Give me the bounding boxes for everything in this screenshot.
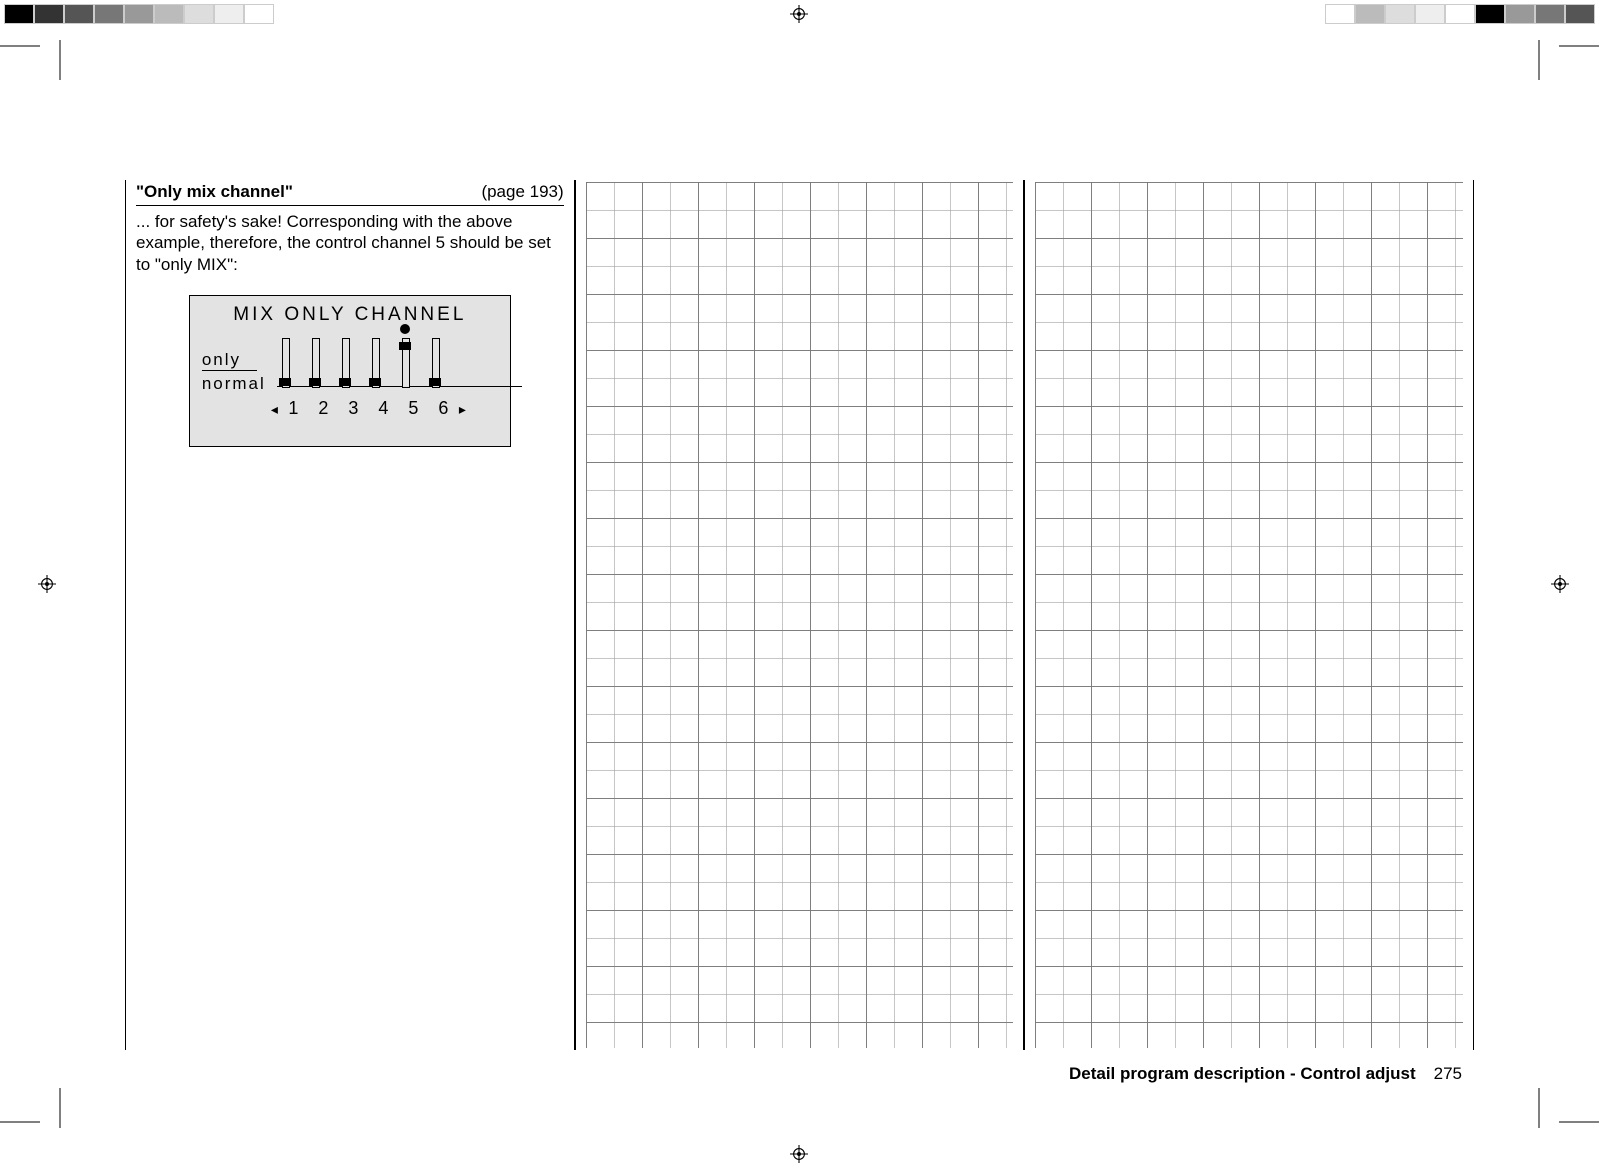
swatch <box>154 4 184 24</box>
notes-grid <box>1035 182 1463 1048</box>
calibration-bar-left <box>4 4 274 24</box>
section-header: "Only mix channel" (page 193) <box>136 182 564 202</box>
swatch <box>184 4 214 24</box>
section-underline <box>136 205 564 206</box>
page-reference: (page 193) <box>481 182 563 202</box>
page-footer: Detail program description - Control adj… <box>1069 1064 1462 1084</box>
row-label-normal: normal <box>202 374 266 394</box>
swatch <box>1565 4 1595 24</box>
swatch <box>244 4 274 24</box>
row-label-only: only <box>202 350 241 370</box>
crop-mark-icon <box>0 36 40 56</box>
swatch <box>1475 4 1505 24</box>
column-left: "Only mix channel" (page 193) ... for sa… <box>125 180 575 1050</box>
crop-mark-icon <box>1529 40 1549 80</box>
crop-mark-icon <box>0 1112 40 1132</box>
channel-number: 3 <box>339 398 369 419</box>
swatch <box>1445 4 1475 24</box>
registration-mark-icon <box>38 575 56 593</box>
left-arrow-icon: ◂ <box>271 401 279 418</box>
swatch <box>1505 4 1535 24</box>
notes-grid <box>586 182 1014 1048</box>
registration-mark-icon <box>790 5 808 23</box>
swatch <box>1535 4 1565 24</box>
selection-dot-icon <box>400 324 410 334</box>
section-title: "Only mix channel" <box>136 182 293 201</box>
swatch <box>94 4 124 24</box>
channel-number: 4 <box>369 398 399 419</box>
column-middle <box>575 180 1025 1050</box>
channel-number: 2 <box>309 398 339 419</box>
swatch <box>214 4 244 24</box>
swatch <box>4 4 34 24</box>
crop-mark-icon <box>50 40 70 80</box>
swatch <box>1325 4 1355 24</box>
swatch <box>1415 4 1445 24</box>
channel-number: 6 <box>429 398 459 419</box>
footer-section-title: Detail program description - Control adj… <box>1069 1064 1416 1084</box>
mix-panel-title: MIX ONLY CHANNEL <box>190 296 510 326</box>
swatch <box>124 4 154 24</box>
crop-mark-icon <box>50 1088 70 1128</box>
channel-number: 5 <box>399 398 429 419</box>
slider-group <box>277 338 498 398</box>
swatch <box>64 4 94 24</box>
footer-page-number: 275 <box>1434 1064 1462 1084</box>
swatch <box>1355 4 1385 24</box>
channel-number: 1 <box>279 398 309 419</box>
swatch <box>34 4 64 24</box>
crop-mark-icon <box>1529 1088 1549 1128</box>
mix-only-channel-panel: MIX ONLY CHANNEL only normal ◂ <box>189 295 511 447</box>
crop-mark-icon <box>1559 36 1599 56</box>
body-text: ... for safety's sake! Corresponding wit… <box>136 211 564 275</box>
swatch <box>1385 4 1415 24</box>
column-right <box>1024 180 1474 1050</box>
crop-mark-icon <box>1559 1112 1599 1132</box>
page-area: "Only mix channel" (page 193) ... for sa… <box>125 180 1474 1088</box>
right-arrow-icon: ▸ <box>459 401 467 418</box>
registration-mark-icon <box>1551 575 1569 593</box>
channel-numbers: ◂ 1 2 3 4 5 6 ▸ <box>271 398 467 419</box>
registration-mark-icon <box>790 1145 808 1163</box>
calibration-bar-right <box>1325 4 1595 24</box>
